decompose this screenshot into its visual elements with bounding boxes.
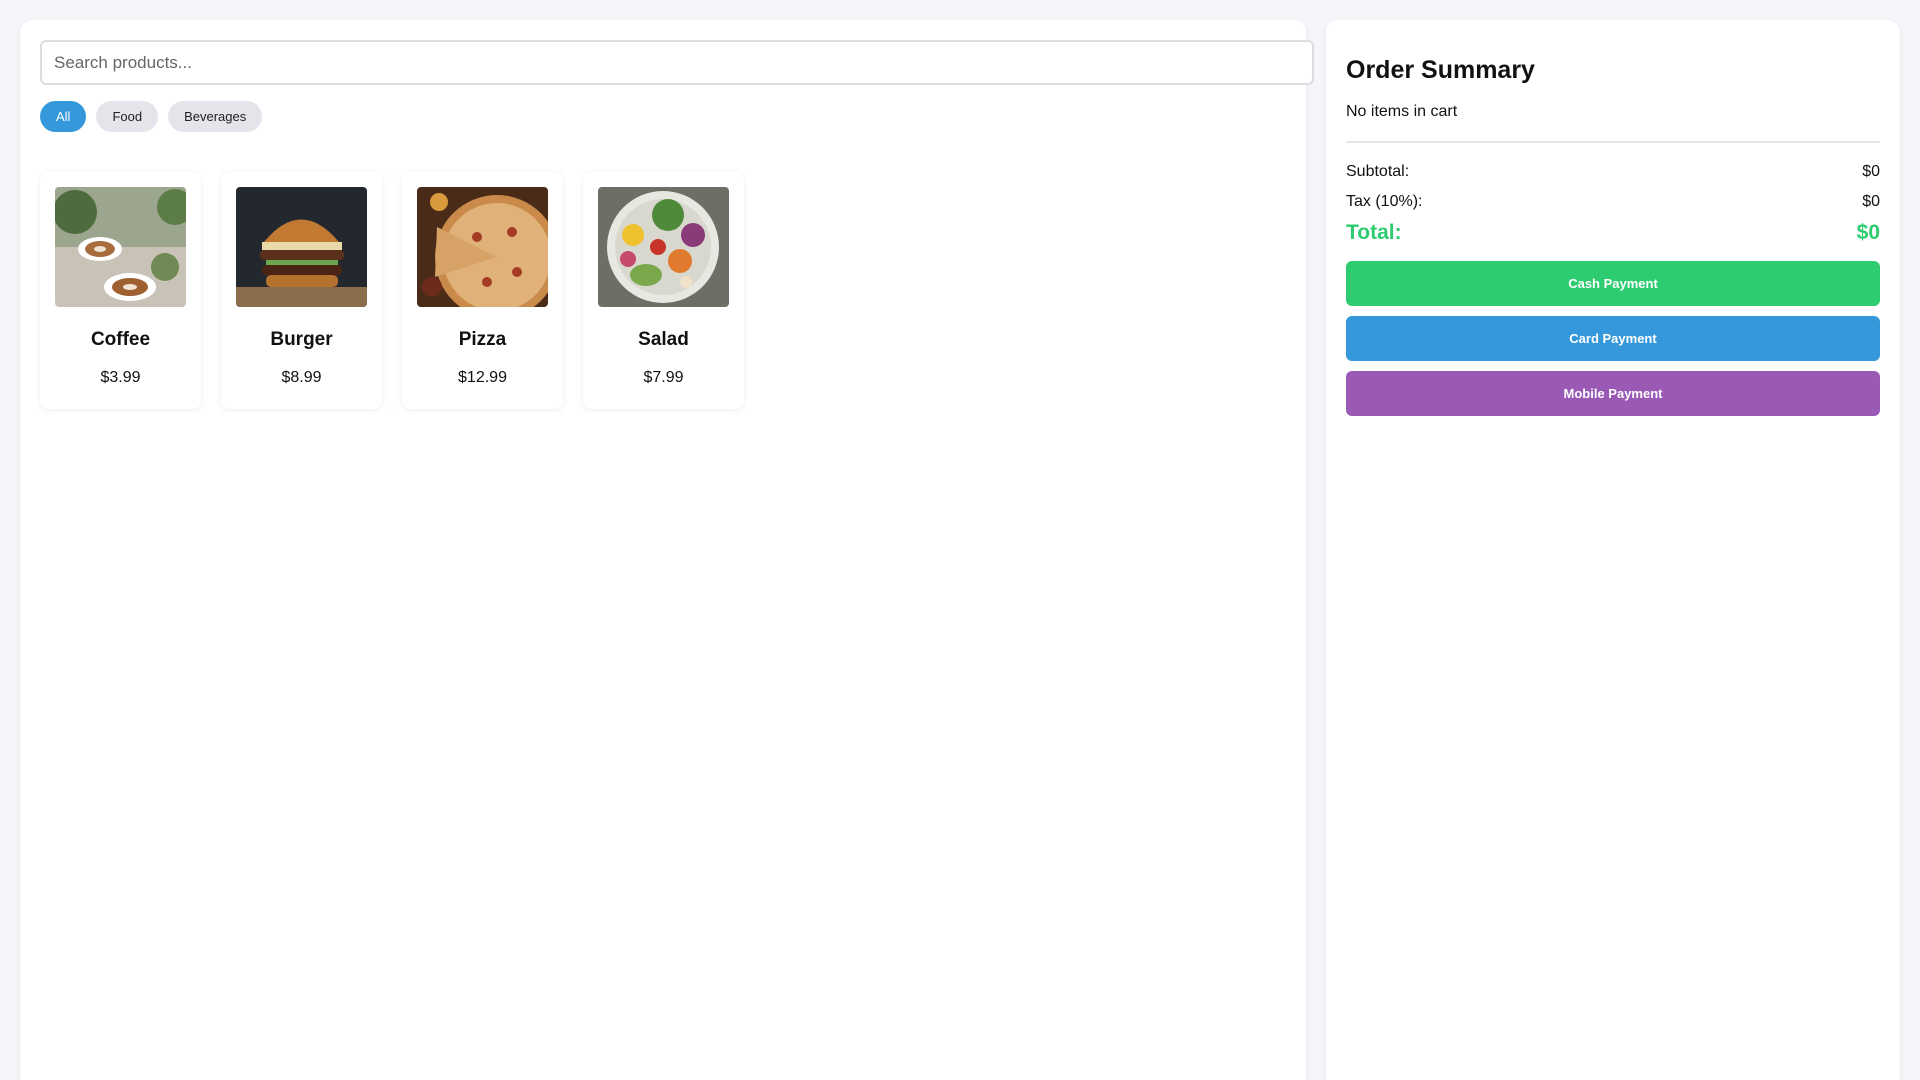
salad-image bbox=[598, 187, 729, 307]
pos-app: All Food Beverages bbox=[0, 0, 1920, 1080]
mobile-payment-button[interactable]: Mobile Payment bbox=[1346, 371, 1880, 416]
subtotal-value: $0 bbox=[1862, 163, 1880, 180]
product-name: Pizza bbox=[458, 329, 507, 350]
card-payment-button[interactable]: Card Payment bbox=[1346, 316, 1880, 361]
burger-image bbox=[236, 187, 367, 307]
category-filters: All Food Beverages bbox=[40, 101, 1286, 132]
summary-divider bbox=[1346, 141, 1880, 143]
product-name: Coffee bbox=[90, 329, 151, 350]
product-name: Burger bbox=[270, 329, 333, 350]
total-label: Total: bbox=[1346, 221, 1402, 244]
product-price: $8.99 bbox=[281, 369, 322, 386]
product-name: Salad bbox=[638, 329, 689, 350]
coffee-image bbox=[55, 187, 186, 307]
cart-empty-message: No items in cart bbox=[1346, 103, 1458, 120]
product-price: $7.99 bbox=[643, 369, 684, 386]
subtotal-label: Subtotal: bbox=[1346, 163, 1410, 180]
pizza-image bbox=[417, 187, 548, 307]
category-beverages-button[interactable]: Beverages bbox=[168, 101, 263, 132]
subtotal-row: Subtotal: $0 bbox=[1346, 163, 1880, 181]
product-card-salad[interactable]: Salad $7.99 bbox=[583, 172, 744, 409]
order-summary-panel: Order Summary No items in cart Subtotal:… bbox=[1326, 20, 1900, 1080]
total-value: $0 bbox=[1856, 221, 1880, 244]
total-row: Total: $0 bbox=[1346, 221, 1880, 245]
search-input[interactable] bbox=[40, 40, 1314, 85]
tax-label: Tax (10%): bbox=[1346, 193, 1423, 210]
product-grid: Coffee $3.99 Burger $8.99 Pizza $12.99 S… bbox=[40, 172, 1286, 409]
category-food-button[interactable]: Food bbox=[96, 101, 159, 132]
products-panel: All Food Beverages bbox=[20, 20, 1314, 1080]
tax-row: Tax (10%): $0 bbox=[1346, 193, 1880, 211]
cash-payment-button[interactable]: Cash Payment bbox=[1346, 261, 1880, 306]
product-card-pizza[interactable]: Pizza $12.99 bbox=[402, 172, 563, 409]
product-card-coffee[interactable]: Coffee $3.99 bbox=[40, 172, 201, 409]
category-all-button[interactable]: All bbox=[40, 101, 87, 132]
product-price: $12.99 bbox=[458, 369, 507, 386]
tax-value: $0 bbox=[1862, 193, 1880, 210]
product-card-burger[interactable]: Burger $8.99 bbox=[221, 172, 382, 409]
product-price: $3.99 bbox=[100, 369, 141, 386]
summary-title: Order Summary bbox=[1346, 56, 1535, 84]
